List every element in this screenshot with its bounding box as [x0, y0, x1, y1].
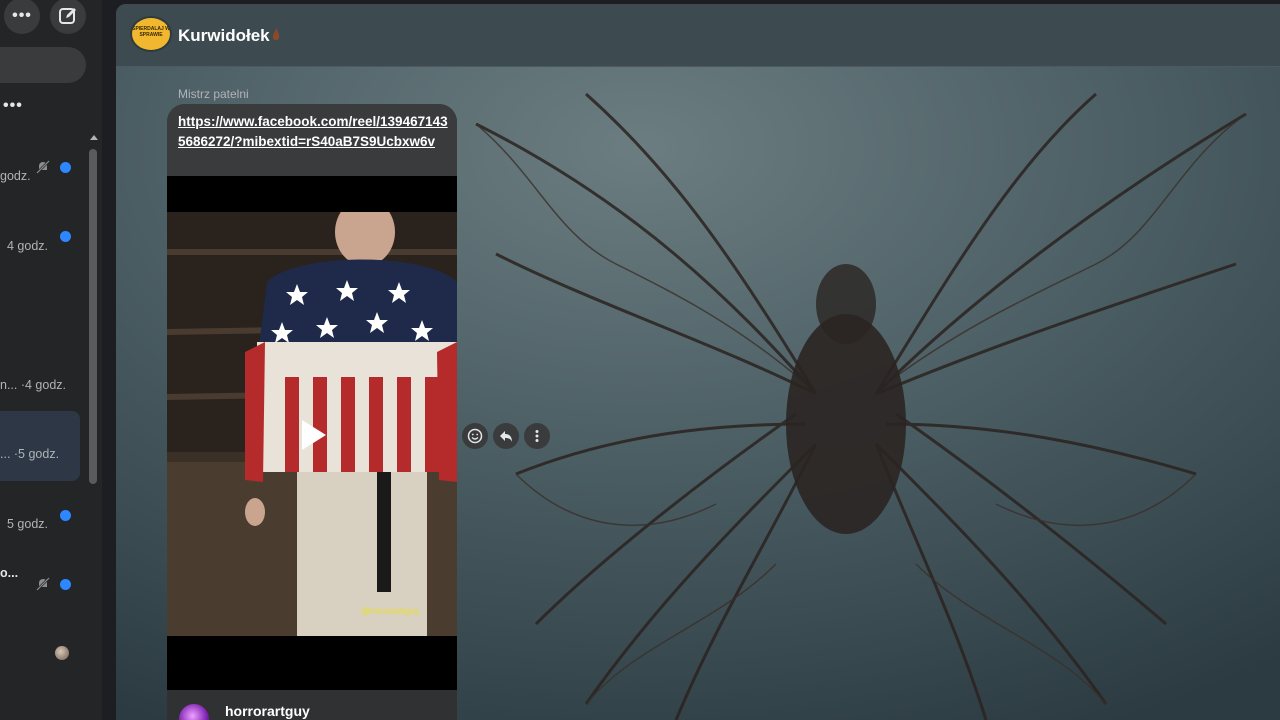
reply-icon	[500, 431, 512, 442]
react-button[interactable]	[462, 423, 488, 449]
unread-indicator	[60, 579, 71, 590]
sidebar-scrollbar[interactable]	[89, 135, 99, 720]
preview-author-name: horrorartguy	[225, 703, 310, 719]
conversation-item[interactable]	[0, 621, 80, 691]
message-sender-name: Mistrz patelni	[178, 87, 249, 101]
conversation-time: n... ·4 godz.	[0, 378, 67, 392]
compose-icon	[59, 8, 76, 24]
group-name[interactable]: Kurwidołek	[178, 26, 270, 46]
conversation-item[interactable]: 4 godz.	[0, 204, 80, 274]
link-container: https://www.facebook.com/reel/1394671435…	[167, 104, 457, 176]
conversation-preview: o...	[0, 566, 19, 580]
more-vertical-icon	[535, 430, 539, 442]
chats-menu-button[interactable]: •••	[3, 97, 23, 115]
link-preview-footer[interactable]: horrorartguy	[167, 690, 457, 720]
conversation-time: 4 godz.	[6, 239, 48, 253]
conversation-item[interactable]	[0, 274, 80, 344]
search-input[interactable]	[0, 47, 86, 83]
unread-indicator	[60, 510, 71, 521]
muted-bell-icon	[36, 577, 50, 591]
flame-icon	[272, 28, 280, 41]
conversation-item[interactable]: n... ·4 godz.	[0, 342, 80, 412]
read-receipt-avatar	[55, 646, 69, 660]
conversation-time: godz.	[0, 169, 31, 183]
conversation-sidebar: ••• ••• godz. 4 godz. n... ·4 godz. ... …	[0, 0, 102, 720]
unread-indicator	[60, 231, 71, 242]
unread-indicator	[60, 162, 71, 173]
conversation-item[interactable]: o...	[0, 551, 80, 621]
more-actions-button[interactable]	[524, 423, 550, 449]
conversation-item[interactable]: godz.	[0, 133, 80, 203]
smiley-icon	[467, 428, 483, 444]
scrollbar-thumb[interactable]	[89, 149, 97, 484]
video-preview[interactable]: @horrorartguy	[167, 176, 457, 690]
conversation-time: ... ·5 godz.	[0, 447, 60, 461]
more-options-button[interactable]: •••	[4, 0, 40, 34]
chat-panel: SPIERDALAJ W SPRAWIE Kurwidołek Mistrz p…	[116, 4, 1280, 720]
muted-bell-icon	[36, 160, 50, 174]
message-bubble[interactable]: https://www.facebook.com/reel/1394671435…	[167, 104, 457, 720]
conversation-time: 5 godz.	[6, 517, 48, 531]
group-avatar-text: SPIERDALAJ W SPRAWIE	[132, 26, 170, 38]
play-icon[interactable]	[298, 418, 328, 452]
new-message-button[interactable]	[50, 0, 86, 34]
chat-header: SPIERDALAJ W SPRAWIE Kurwidołek	[116, 4, 1280, 67]
conversation-item[interactable]: 5 godz.	[0, 481, 80, 551]
video-watermark: @horrorartguy	[361, 606, 420, 616]
scroll-up-arrow-icon[interactable]	[90, 135, 98, 140]
more-horizontal-icon: •••	[12, 7, 32, 24]
message-link[interactable]: https://www.facebook.com/reel/1394671435…	[178, 112, 450, 151]
group-avatar[interactable]: SPIERDALAJ W SPRAWIE	[132, 18, 170, 50]
reply-button[interactable]	[493, 423, 519, 449]
author-avatar	[179, 704, 209, 720]
conversation-item-selected[interactable]: ... ·5 godz.	[0, 411, 80, 481]
